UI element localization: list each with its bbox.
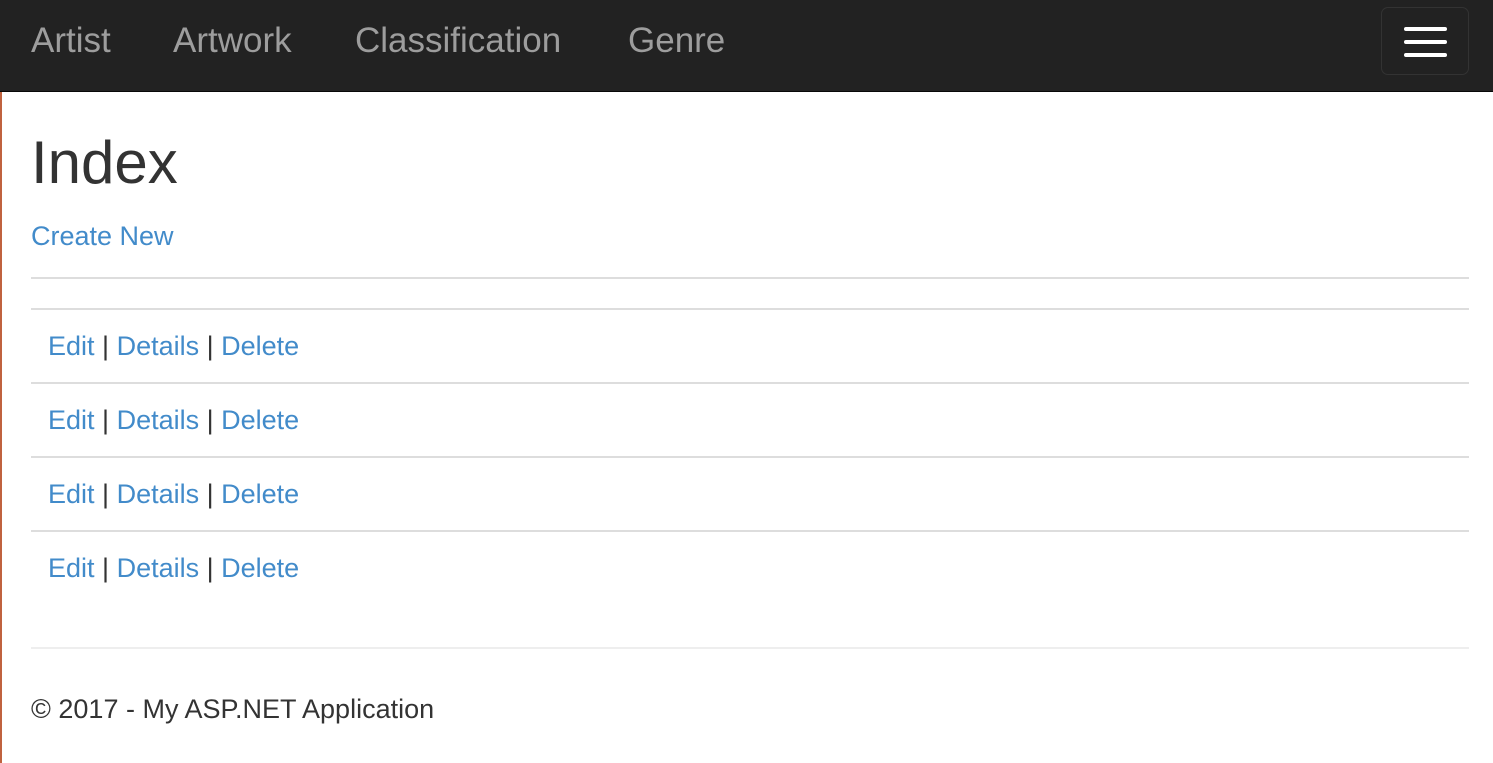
nav-link-artist[interactable]: Artist [31, 20, 111, 62]
nav-link-genre[interactable]: Genre [628, 20, 725, 62]
row-actions: Edit | Details | Delete [48, 402, 299, 438]
nav-link-classification[interactable]: Classification [355, 20, 561, 62]
action-separator: | [206, 553, 214, 583]
action-separator: | [102, 553, 110, 583]
row-actions: Edit | Details | Delete [48, 476, 299, 512]
details-link[interactable]: Details [117, 479, 200, 509]
row-actions: Edit | Details | Delete [48, 550, 299, 586]
items-table: Edit | Details | Delete Edit | Details |… [31, 277, 1469, 606]
edit-link[interactable]: Edit [48, 405, 95, 435]
page-title: Index [31, 129, 178, 196]
table-row: Edit | Details | Delete [31, 310, 1469, 384]
details-link[interactable]: Details [117, 405, 200, 435]
edit-link[interactable]: Edit [48, 331, 95, 361]
action-separator: | [102, 479, 110, 509]
delete-link[interactable]: Delete [221, 331, 299, 361]
action-separator: | [102, 331, 110, 361]
footer-divider [31, 647, 1469, 649]
navbar-toggle-button[interactable] [1381, 7, 1469, 75]
delete-link[interactable]: Delete [221, 405, 299, 435]
delete-link[interactable]: Delete [221, 479, 299, 509]
edit-link[interactable]: Edit [48, 553, 95, 583]
footer-copyright: © 2017 - My ASP.NET Application [31, 694, 435, 724]
details-link[interactable]: Details [117, 553, 200, 583]
action-separator: | [102, 405, 110, 435]
table-row: Edit | Details | Delete [31, 458, 1469, 532]
top-navbar: Artist Artwork Classification Genre [0, 0, 1493, 92]
row-actions: Edit | Details | Delete [48, 328, 299, 364]
delete-link[interactable]: Delete [221, 553, 299, 583]
table-row: Edit | Details | Delete [31, 384, 1469, 458]
details-link[interactable]: Details [117, 331, 200, 361]
action-separator: | [206, 479, 214, 509]
window-left-edge [0, 0, 2, 763]
table-row: Edit | Details | Delete [31, 532, 1469, 606]
action-separator: | [206, 331, 214, 361]
table-header-row [31, 277, 1469, 310]
create-new-link[interactable]: Create New [31, 218, 174, 254]
nav-link-artwork[interactable]: Artwork [173, 20, 292, 62]
edit-link[interactable]: Edit [48, 479, 95, 509]
action-separator: | [206, 405, 214, 435]
